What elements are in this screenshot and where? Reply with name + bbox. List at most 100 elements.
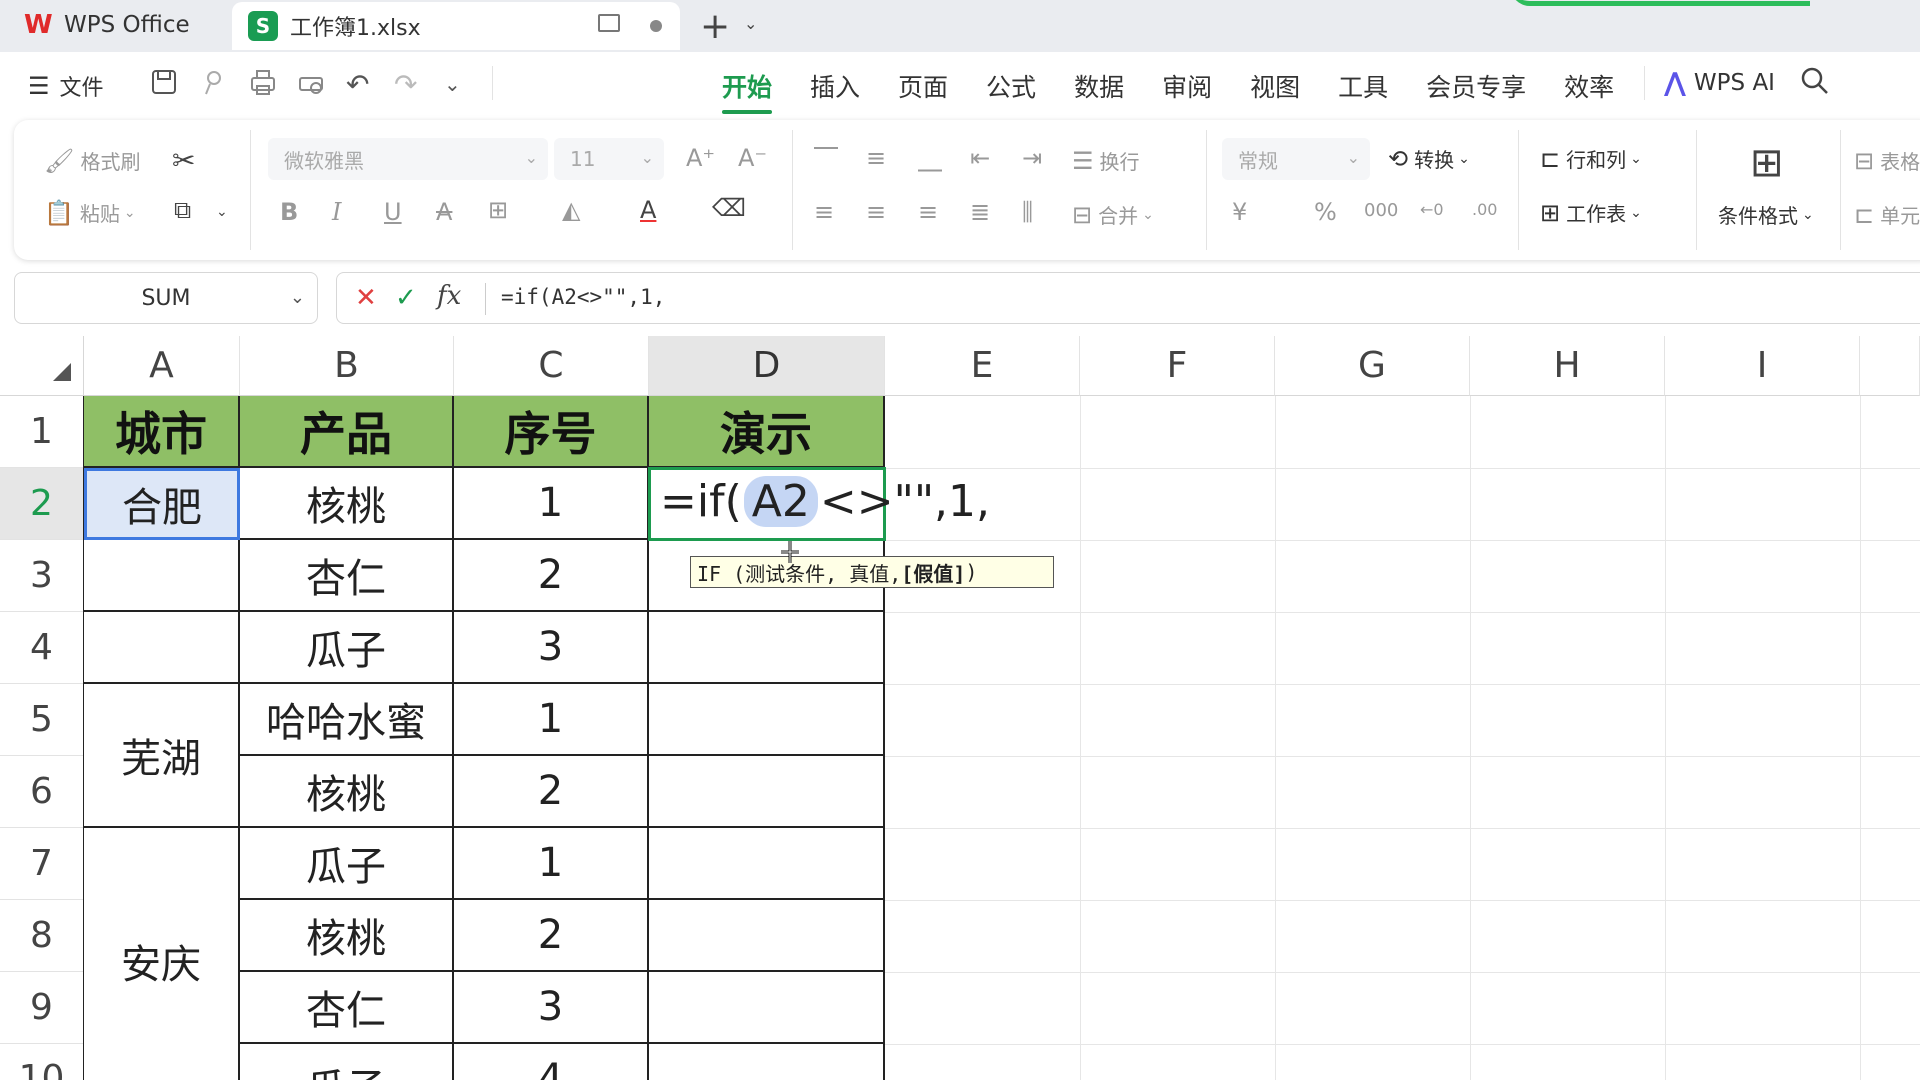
redo-icon[interactable]: ↷: [394, 68, 417, 101]
app-home-tab[interactable]: W WPS Office: [0, 0, 226, 50]
cell-d4[interactable]: [649, 612, 885, 684]
search-icon[interactable]: [1800, 66, 1830, 96]
column-header-d[interactable]: D: [649, 336, 885, 396]
font-name-select[interactable]: 微软雅黑 ⌄: [268, 138, 548, 180]
worksheet-button[interactable]: ⊞ 工作表 ⌄: [1540, 198, 1642, 227]
confirm-icon[interactable]: ✓: [395, 283, 417, 313]
align-center-icon[interactable]: ≡: [866, 198, 886, 226]
row-header-6[interactable]: 6: [0, 756, 84, 828]
header-cell-city[interactable]: 城市: [84, 396, 240, 468]
column-header-j[interactable]: [1860, 336, 1920, 396]
column-header-i[interactable]: I: [1665, 336, 1860, 396]
align-bottom-icon[interactable]: ⎽: [918, 144, 942, 172]
quick-access-chevron-icon[interactable]: ⌄: [444, 72, 461, 96]
border-icon[interactable]: ⊞: [488, 196, 508, 224]
cell-c6[interactable]: 2: [454, 756, 649, 828]
tab-tools[interactable]: 工具: [1338, 68, 1388, 104]
cell-d6[interactable]: [649, 756, 885, 828]
cell-a5-merged[interactable]: 芜湖: [84, 684, 240, 828]
cell-d10[interactable]: [649, 1044, 885, 1080]
undo-icon[interactable]: ↶: [346, 68, 369, 101]
header-cell-product[interactable]: 产品: [240, 396, 454, 468]
select-all-button[interactable]: [0, 336, 84, 396]
wrap-text-button[interactable]: ☰ 换行: [1072, 146, 1140, 175]
thousands-icon[interactable]: 000: [1364, 200, 1398, 221]
conditional-format-button[interactable]: 条件格式 ⌄: [1718, 200, 1814, 229]
copy-chevron-icon[interactable]: ⌄: [216, 204, 228, 220]
column-header-h[interactable]: H: [1470, 336, 1665, 396]
increase-indent-icon[interactable]: ⇥: [1022, 144, 1042, 172]
tab-data[interactable]: 数据: [1074, 68, 1124, 104]
insert-function-icon[interactable]: fx: [437, 281, 461, 311]
cell-d7[interactable]: [649, 828, 885, 900]
currency-icon[interactable]: ¥: [1232, 198, 1247, 226]
cell-button[interactable]: ⊏ 单元: [1854, 200, 1920, 229]
copy-icon[interactable]: ⧉: [174, 196, 191, 224]
cell-b3[interactable]: 杏仁: [240, 540, 454, 612]
cell-d2-editor[interactable]: =if( A2 <>"",1,: [660, 476, 990, 527]
eraser-icon[interactable]: ⌫: [712, 194, 746, 222]
table-style-button[interactable]: ⊟ 表格: [1854, 146, 1920, 175]
row-header-4[interactable]: 4: [0, 612, 84, 684]
column-header-g[interactable]: G: [1275, 336, 1470, 396]
cell-b2[interactable]: 核桃: [240, 468, 454, 540]
share-icon[interactable]: [200, 68, 228, 96]
cancel-icon[interactable]: ✕: [355, 283, 377, 313]
cell-c10[interactable]: 4: [454, 1044, 649, 1080]
cell-b6[interactable]: 核桃: [240, 756, 454, 828]
row-header-3[interactable]: 3: [0, 540, 84, 612]
decrease-font-icon[interactable]: A⁻: [738, 144, 767, 172]
cell-b9[interactable]: 杏仁: [240, 972, 454, 1044]
percent-icon[interactable]: %: [1314, 198, 1337, 226]
cell-b7[interactable]: 瓜子: [240, 828, 454, 900]
cell-c7[interactable]: 1: [454, 828, 649, 900]
tab-view[interactable]: 视图: [1250, 68, 1300, 104]
cell-d5[interactable]: [649, 684, 885, 756]
name-box[interactable]: SUM ⌄: [14, 272, 318, 324]
cell-b5[interactable]: 哈哈水蜜: [240, 684, 454, 756]
fill-color-icon[interactable]: ◭: [562, 196, 580, 224]
font-color-icon[interactable]: A: [640, 196, 656, 224]
document-tab[interactable]: S 工作簿1.xlsx: [232, 2, 680, 50]
tab-insert[interactable]: 插入: [810, 68, 860, 104]
wps-ai-button[interactable]: ⋀ WPS AI: [1664, 68, 1775, 98]
tab-review[interactable]: 审阅: [1162, 68, 1212, 104]
cell-b4[interactable]: 瓜子: [240, 612, 454, 684]
tab-formula[interactable]: 公式: [986, 68, 1036, 104]
cell-b8[interactable]: 核桃: [240, 900, 454, 972]
cut-icon[interactable]: ✂: [172, 144, 195, 177]
font-size-select[interactable]: 11 ⌄: [554, 138, 664, 180]
cell-d9[interactable]: [649, 972, 885, 1044]
conditional-format-icon[interactable]: ⊞: [1750, 140, 1784, 186]
decrease-indent-icon[interactable]: ⇤: [970, 144, 990, 172]
column-header-c[interactable]: C: [454, 336, 649, 396]
cell-c5[interactable]: 1: [454, 684, 649, 756]
number-format-select[interactable]: 常规 ⌄: [1222, 138, 1370, 180]
increase-font-icon[interactable]: A⁺: [686, 144, 715, 172]
cell-b10[interactable]: 瓜子: [240, 1044, 454, 1080]
merge-button[interactable]: ⊟ 合并 ⌄: [1072, 200, 1154, 229]
align-left-icon[interactable]: ≡: [814, 198, 834, 226]
strikethrough-icon[interactable]: A: [436, 198, 452, 226]
cell-c8[interactable]: 2: [454, 900, 649, 972]
column-header-f[interactable]: F: [1080, 336, 1275, 396]
tab-page[interactable]: 页面: [898, 68, 948, 104]
tab-efficiency[interactable]: 效率: [1564, 68, 1614, 104]
tab-member[interactable]: 会员专享: [1426, 68, 1526, 104]
column-header-a[interactable]: A: [84, 336, 240, 396]
formula-input[interactable]: ✕ ✓ fx =if(A2<>"",1,: [336, 272, 1920, 324]
distributed-icon[interactable]: ⫼: [1022, 198, 1033, 226]
new-tab-button[interactable]: +: [700, 6, 730, 47]
align-right-icon[interactable]: ≡: [918, 198, 938, 226]
print-preview-icon[interactable]: [296, 68, 326, 96]
format-painter-button[interactable]: 🖌 格式刷: [44, 146, 140, 175]
decrease-decimal-icon[interactable]: .00: [1472, 200, 1497, 219]
cell-a4[interactable]: [84, 612, 240, 684]
row-header-9[interactable]: 9: [0, 972, 84, 1044]
rows-columns-button[interactable]: ⊏ 行和列 ⌄: [1540, 144, 1642, 173]
bold-icon[interactable]: B: [280, 198, 298, 226]
header-cell-number[interactable]: 序号: [454, 396, 649, 468]
cell-a2[interactable]: 合肥: [84, 468, 240, 540]
italic-icon[interactable]: I: [332, 198, 341, 226]
header-cell-demo[interactable]: 演示: [649, 396, 885, 468]
